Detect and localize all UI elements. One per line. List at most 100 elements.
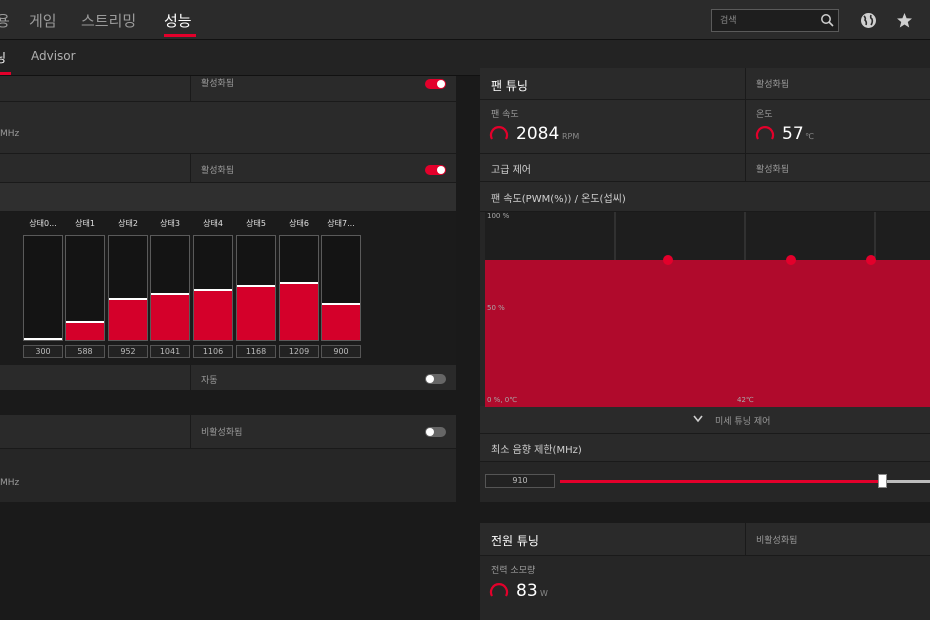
min-speed-input[interactable]: 910 [485, 474, 555, 488]
fan-advanced-row: 고급 제어 활성화됨 [480, 154, 930, 182]
slider-fill [560, 480, 882, 483]
fine-tune-label[interactable]: 미세 튜닝 제어 [715, 414, 770, 427]
state-label: 상태4 [203, 219, 223, 228]
state-label: 상태5 [246, 219, 266, 228]
gpu-row-2: MHz [0, 102, 456, 154]
vram-toggle[interactable] [425, 427, 446, 437]
sub-tab-advisor[interactable]: Advisor [31, 49, 76, 63]
power-header-row: 전원 튜닝 비활성화됨 [480, 523, 930, 556]
curve-point[interactable] [663, 255, 673, 265]
divider [190, 415, 191, 448]
state-bar[interactable] [321, 235, 361, 341]
curve-point[interactable] [866, 255, 876, 265]
state-fill [66, 321, 104, 340]
state-bar[interactable] [150, 235, 190, 341]
fan-speed-label: 팬 속도 [491, 110, 519, 120]
search-input[interactable] [720, 10, 818, 31]
top-bar: 용 게임 스트리밍 성능 [0, 0, 930, 40]
state-bar[interactable] [193, 235, 233, 341]
gpu-tuning-panel: 활성화됨 MHz 활성화됨 자동 [0, 76, 456, 391]
auto-toggle[interactable] [425, 374, 446, 384]
fan-speed-gauge-icon [489, 126, 509, 140]
state-bar[interactable] [279, 235, 319, 341]
fan-header-row: 팬 튜닝 활성화됨 [480, 68, 930, 100]
y-axis-top-label: 100 % [487, 212, 510, 220]
search-icon[interactable] [820, 13, 834, 27]
vram-tuning-panel: 비활성화됨 MHz [0, 415, 456, 502]
toggle-knob [426, 375, 434, 383]
power-tuning-title: 전원 튜닝 [491, 534, 539, 548]
advanced-control-label: 고급 제어 [491, 165, 531, 176]
state-bar[interactable] [108, 235, 148, 341]
fan-curve-fill [485, 260, 930, 407]
fan-curve-chart[interactable]: 100 % 50 % 0 %, 0℃ 42℃ [485, 212, 930, 407]
state-value[interactable]: 1168 [236, 345, 276, 358]
advanced-control-toggle[interactable] [425, 165, 446, 175]
temp-value: 57 [782, 124, 804, 144]
nav-item-performance[interactable]: 성능 [164, 10, 192, 31]
fan-speed-value: 2084 [516, 124, 560, 144]
search-box[interactable] [711, 9, 839, 32]
min-speed-label: 최소 음향 제한(MHz) [491, 445, 582, 456]
gpu-row-3: 활성화됨 [0, 154, 456, 183]
divider [190, 76, 191, 101]
state-value[interactable]: 1041 [150, 345, 190, 358]
freq-unit: MHz [0, 129, 20, 139]
state-label: 상태7... [327, 219, 355, 228]
nav-active-indicator [164, 34, 196, 37]
power-consumption-label: 전력 소모량 [491, 566, 536, 576]
power-value: 83 [516, 581, 538, 601]
power-unit: W [540, 589, 548, 598]
globe-icon[interactable] [860, 12, 877, 29]
state-bar[interactable] [23, 235, 63, 341]
min-speed-row: 최소 음향 제한(MHz) [480, 434, 930, 462]
sub-tab-tuning[interactable]: 닝 [0, 49, 6, 66]
state-fill [322, 303, 360, 340]
state-value[interactable]: 900 [321, 345, 361, 358]
vram-row-1: 비활성화됨 [0, 415, 456, 449]
sub-active-indicator [0, 72, 11, 75]
fan-curve-svg[interactable] [485, 212, 930, 407]
star-icon[interactable] [896, 12, 913, 29]
curve-point[interactable] [786, 255, 796, 265]
status-label: 활성화됨 [201, 166, 235, 176]
state-label: 상태0... [29, 219, 57, 228]
auto-label: 자동 [201, 376, 218, 386]
state-value[interactable]: 1209 [279, 345, 319, 358]
gpu-row-4 [0, 183, 456, 212]
state-value[interactable]: 588 [65, 345, 105, 358]
chevron-down-icon[interactable] [693, 415, 703, 423]
toggle-knob [437, 80, 445, 88]
fan-readout-row: 팬 속도 2084 RPM 온도 57 ℃ [480, 100, 930, 154]
state-value[interactable]: 952 [108, 345, 148, 358]
nav-item-streaming[interactable]: 스트리밍 [81, 10, 136, 31]
origin-label: 0 %, 0℃ [487, 396, 518, 404]
nav-item-partial[interactable]: 용 [0, 10, 10, 31]
state-fill [109, 298, 147, 340]
min-speed-slider[interactable] [560, 474, 930, 488]
fine-tune-row[interactable]: 미세 튜닝 제어 [480, 406, 930, 434]
advanced-status: 활성화됨 [756, 165, 790, 175]
power-tuning-panel: 전원 튜닝 비활성화됨 전력 소모량 83 W [480, 523, 930, 620]
gpu-row-1: 활성화됨 [0, 76, 456, 102]
temp-gauge-icon [755, 126, 775, 140]
state-bar[interactable] [236, 235, 276, 341]
power-gauge-icon [489, 583, 509, 597]
temp-label: 온도 [756, 110, 773, 120]
state-label: 상태2 [118, 219, 138, 228]
state-bar[interactable] [65, 235, 105, 341]
status-label: 비활성화됨 [201, 428, 243, 438]
gpu-tuning-toggle[interactable] [425, 79, 446, 89]
state-value[interactable]: 300 [23, 345, 63, 358]
state-fill [237, 285, 275, 340]
toggle-knob [437, 166, 445, 174]
fan-status: 활성화됨 [756, 80, 790, 90]
slider-handle[interactable] [877, 474, 887, 488]
gpu-row-auto: 자동 [0, 365, 456, 391]
state-fill [24, 338, 62, 340]
state-value[interactable]: 1106 [193, 345, 233, 358]
nav-item-games[interactable]: 게임 [29, 10, 57, 31]
divider [745, 523, 746, 555]
y-axis-mid-label: 50 % [487, 304, 505, 312]
temp-unit: ℃ [805, 132, 814, 141]
